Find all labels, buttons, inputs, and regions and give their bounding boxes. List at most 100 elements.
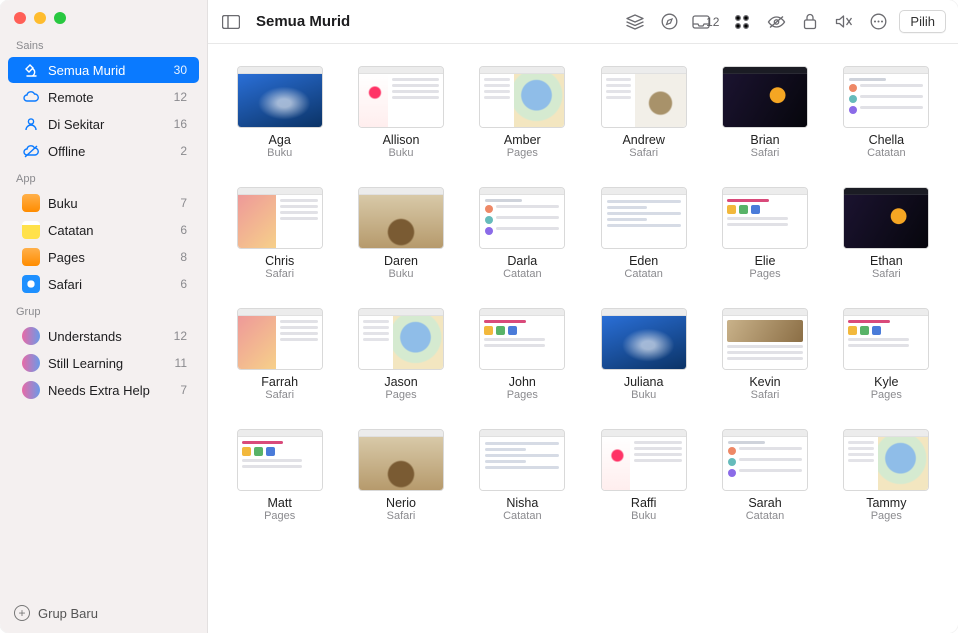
student-thumbnail (479, 187, 565, 249)
sidebar-item-label: Remote (48, 90, 174, 105)
student-card[interactable]: DarlaCatatan (477, 187, 568, 280)
sidebar-section-label: App (0, 165, 207, 189)
student-name: Nisha (506, 496, 538, 510)
student-card[interactable]: RaffiBuku (598, 429, 689, 522)
student-thumbnail (601, 66, 687, 128)
student-thumbnail (358, 187, 444, 249)
group-icon (22, 354, 40, 372)
sidebar-item-label: Buku (48, 196, 180, 211)
sidebar-item-buku[interactable]: Buku7 (8, 190, 199, 216)
sidebar-item-count: 2 (180, 144, 187, 158)
student-app: Safari (751, 389, 780, 401)
sidebar-item-needs-extra-help[interactable]: Needs Extra Help7 (8, 377, 199, 403)
window-controls (0, 0, 207, 32)
student-app: Safari (387, 510, 416, 522)
student-card[interactable]: JasonPages (355, 308, 446, 401)
mute-button[interactable] (831, 10, 857, 34)
sidebar-item-understands[interactable]: Understands12 (8, 323, 199, 349)
student-card[interactable]: BrianSafari (719, 66, 810, 159)
student-card[interactable]: FarrahSafari (234, 308, 325, 401)
student-card[interactable]: DarenBuku (355, 187, 446, 280)
student-card[interactable]: SarahCatatan (719, 429, 810, 522)
inbox-button[interactable]: 12 (690, 10, 721, 34)
student-thumbnail (358, 66, 444, 128)
student-card[interactable]: JulianaBuku (598, 308, 689, 401)
student-thumbnail (722, 187, 808, 249)
sidebar-item-catatan[interactable]: Catatan6 (8, 217, 199, 243)
student-name: Amber (504, 133, 541, 147)
student-card[interactable]: NerioSafari (355, 429, 446, 522)
student-card[interactable]: AllisonBuku (355, 66, 446, 159)
student-card[interactable]: AndrewSafari (598, 66, 689, 159)
student-card[interactable]: EliePages (719, 187, 810, 280)
toolbar: Semua Murid 12 (208, 0, 958, 44)
sidebar-item-pages[interactable]: Pages8 (8, 244, 199, 270)
student-card[interactable]: ChrisSafari (234, 187, 325, 280)
student-card[interactable]: ChellaCatatan (841, 66, 932, 159)
toggle-sidebar-button[interactable] (218, 10, 244, 34)
student-app: Buku (388, 147, 413, 159)
inbox-count: 12 (706, 15, 719, 29)
student-thumbnail (843, 429, 929, 491)
student-card[interactable]: TammyPages (841, 429, 932, 522)
more-button[interactable] (865, 10, 891, 34)
navigate-button[interactable] (656, 10, 682, 34)
microscope-icon (22, 61, 40, 79)
app-icon (22, 194, 40, 212)
student-thumbnail (601, 429, 687, 491)
student-app: Catatan (867, 147, 906, 159)
student-name: Allison (383, 133, 420, 147)
student-thumbnail (237, 66, 323, 128)
stack-button[interactable] (622, 10, 648, 34)
student-thumbnail (479, 429, 565, 491)
student-name: Brian (750, 133, 779, 147)
student-name: Daren (384, 254, 418, 268)
student-card[interactable]: EdenCatatan (598, 187, 689, 280)
student-thumbnail (479, 308, 565, 370)
student-card[interactable]: JohnPages (477, 308, 568, 401)
sidebar-item-label: Safari (48, 277, 180, 292)
student-card[interactable]: AgaBuku (234, 66, 325, 159)
sidebar-item-semua-murid[interactable]: Semua Murid30 (8, 57, 199, 83)
student-name: Kevin (749, 375, 780, 389)
students-scroll[interactable]: AgaBukuAllisonBukuAmberPagesAndrewSafari… (208, 44, 958, 633)
minimize-window-button[interactable] (34, 12, 46, 24)
student-app: Catatan (624, 268, 663, 280)
sidebar-item-count: 8 (180, 250, 187, 264)
student-card[interactable]: MattPages (234, 429, 325, 522)
student-app: Buku (631, 510, 656, 522)
select-button[interactable]: Pilih (899, 10, 946, 33)
sidebar-item-still-learning[interactable]: Still Learning11 (8, 350, 199, 376)
sidebar-item-di-sekitar[interactable]: Di Sekitar16 (8, 111, 199, 137)
student-card[interactable]: KevinSafari (719, 308, 810, 401)
student-thumbnail (843, 187, 929, 249)
hide-button[interactable] (763, 10, 789, 34)
student-name: Ethan (870, 254, 903, 268)
sidebar-item-label: Offline (48, 144, 180, 159)
student-app: Pages (507, 147, 538, 159)
sidebar-item-label: Semua Murid (48, 63, 174, 78)
student-name: Elie (755, 254, 776, 268)
group-icon (22, 381, 40, 399)
sidebar-item-offline[interactable]: Offline2 (8, 138, 199, 164)
sidebar-item-count: 16 (174, 117, 187, 131)
student-card[interactable]: KylePages (841, 308, 932, 401)
student-app: Pages (385, 389, 416, 401)
sidebar-icon (222, 15, 240, 29)
apps-grid-button[interactable] (729, 10, 755, 34)
new-group-button[interactable]: + Grup Baru (0, 594, 207, 633)
sidebar-item-safari[interactable]: Safari6 (8, 271, 199, 297)
student-thumbnail (722, 308, 808, 370)
student-card[interactable]: AmberPages (477, 66, 568, 159)
close-window-button[interactable] (14, 12, 26, 24)
sidebar-item-remote[interactable]: Remote12 (8, 84, 199, 110)
student-card[interactable]: EthanSafari (841, 187, 932, 280)
student-name: Andrew (622, 133, 664, 147)
student-thumbnail (358, 308, 444, 370)
student-card[interactable]: NishaCatatan (477, 429, 568, 522)
lock-button[interactable] (797, 10, 823, 34)
person-icon (22, 115, 40, 133)
student-thumbnail (722, 66, 808, 128)
fullscreen-window-button[interactable] (54, 12, 66, 24)
sidebar-item-label: Catatan (48, 223, 180, 238)
